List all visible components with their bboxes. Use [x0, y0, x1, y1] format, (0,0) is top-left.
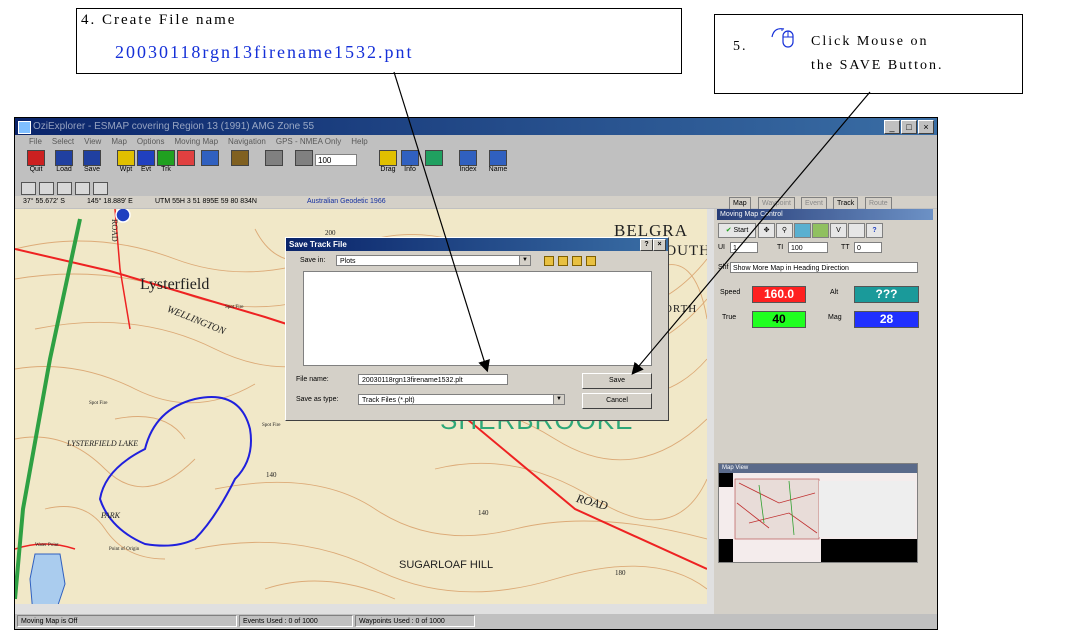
- arrow-to-file-name: [393, 71, 490, 373]
- callout-arrows: [393, 71, 871, 375]
- arrow-to-save-button: [631, 91, 871, 375]
